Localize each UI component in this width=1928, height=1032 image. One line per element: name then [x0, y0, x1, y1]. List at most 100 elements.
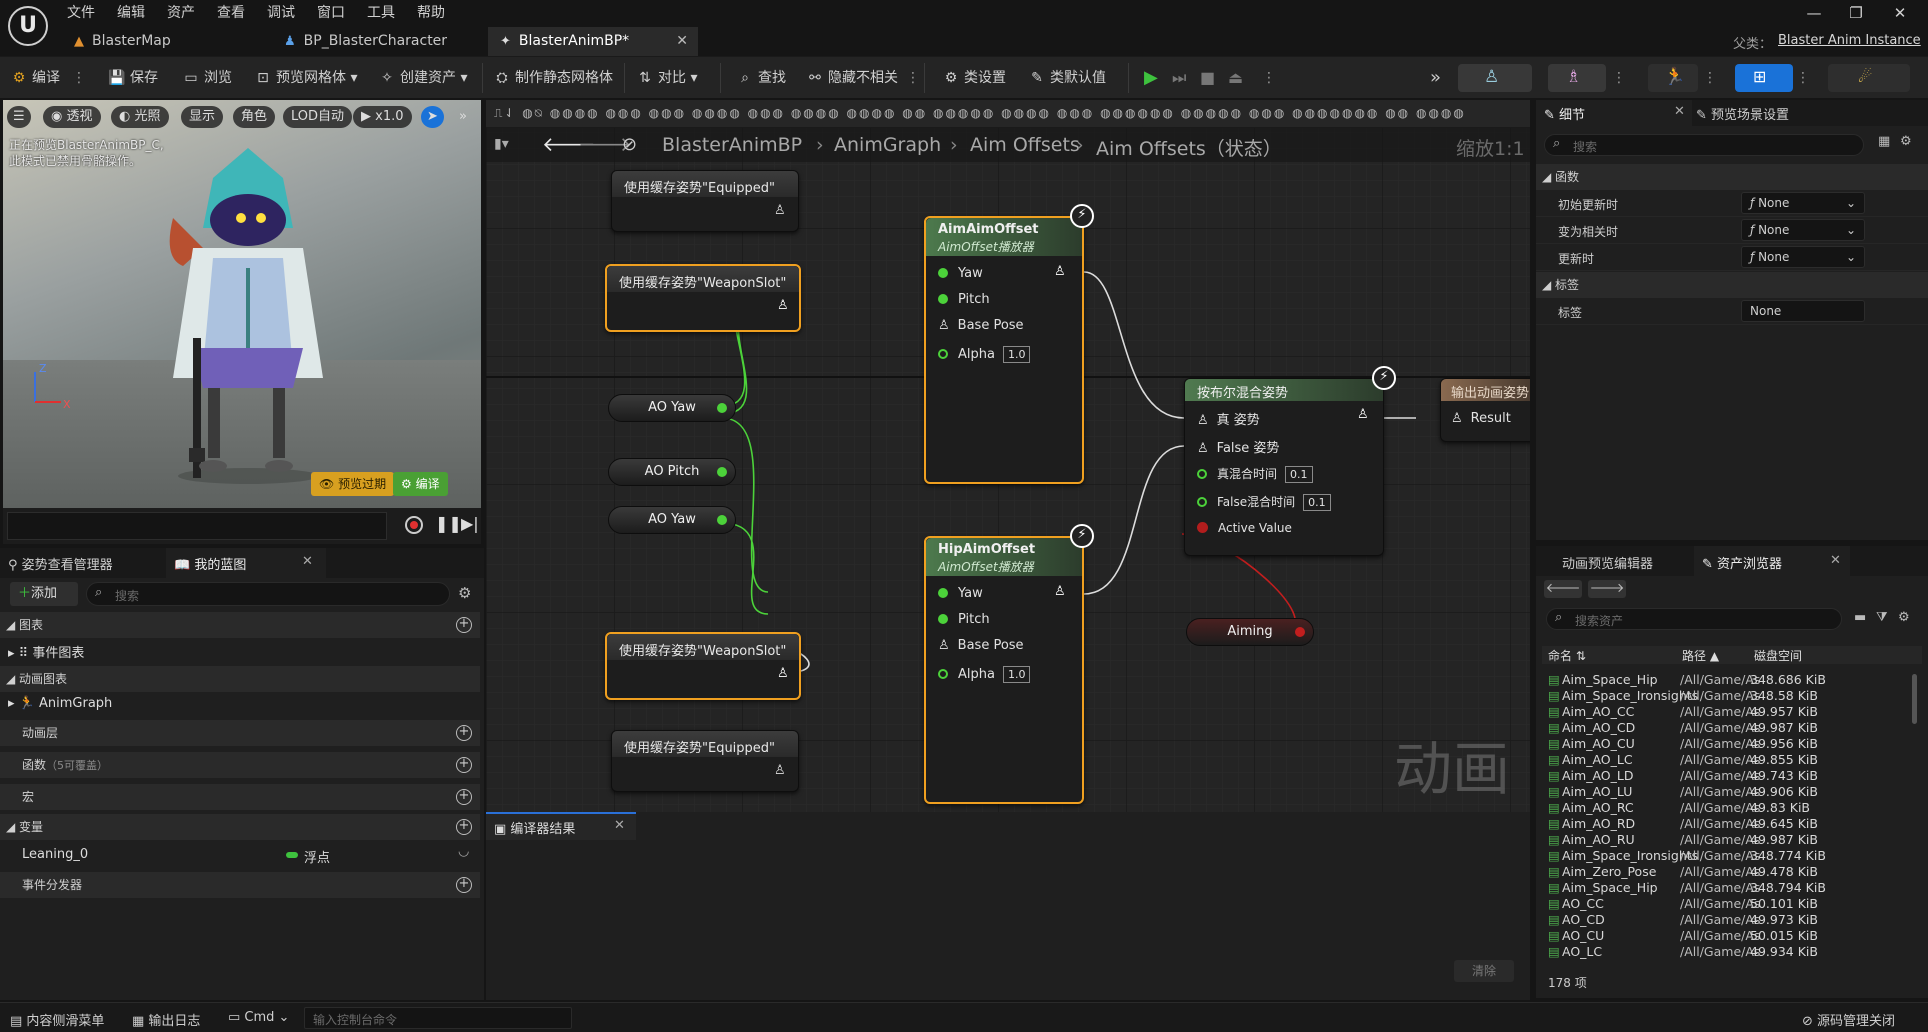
close-asset-browser-icon[interactable]: ✕ — [1830, 553, 1841, 568]
tab-my-blueprint[interactable]: 📖 我的蓝图 ✕ — [166, 548, 326, 578]
close-compiler-tab-icon[interactable]: ✕ — [614, 818, 625, 833]
tab-anim-preview-editor[interactable]: 动画预览编辑器 — [1562, 553, 1653, 572]
compile-button[interactable]: ⚙ 编译 — [10, 65, 60, 91]
section-functions[interactable]: 函数（5可覆盖） + — [0, 752, 480, 778]
asset-row[interactable]: ▤ Aim_AO_RU/All/Game/As 49.987 KiB — [1548, 832, 1920, 848]
class-defaults-button[interactable]: ✎ 类默认值 — [1028, 65, 1106, 91]
add-function-icon[interactable]: + — [456, 757, 472, 773]
event-graph-item[interactable]: ▸ ⠿ 事件图表 — [8, 642, 84, 661]
tab-blasteranimbp[interactable]: ✦ BlasterAnimBP* ✕ — [488, 27, 698, 56]
tab-pose-watch-manager[interactable]: ⚲ 姿势查看管理器 — [8, 554, 113, 573]
timeline-scrubber[interactable] — [7, 512, 387, 540]
yaw-pin[interactable]: Yaw — [938, 586, 983, 601]
asset-row[interactable]: ▤ Aim_Space_Ironsights/All/Game/As 348.58 … — [1548, 688, 1920, 704]
content-drawer-button[interactable]: ▤ 内容侧滑菜单 — [10, 1010, 104, 1029]
folder-icon[interactable]: ▬ — [1854, 610, 1866, 625]
viewport-menu-icon[interactable]: ☰ — [7, 106, 31, 128]
blueprint-search-input[interactable]: ⌕ 搜索 — [86, 582, 450, 606]
save-button[interactable]: 💾 保存 — [108, 65, 158, 91]
asset-row[interactable]: ▤ Aim_Space_Ironsights/All/Game/As 348.774… — [1548, 848, 1920, 864]
aiming-getter[interactable]: Aiming — [1186, 618, 1314, 646]
play-forward-icon[interactable]: ▶| — [461, 514, 479, 533]
playback-speed-chip[interactable]: ▶ x1.0 — [353, 106, 412, 128]
aim-aimoffset-node[interactable]: AimAimOffset AimOffset播放器 Yaw ♙ Pitch ♙ B… — [924, 216, 1084, 484]
history-forward-icon[interactable]: 🡒 — [1588, 580, 1626, 598]
select-mode-icon[interactable]: ➤ — [421, 106, 444, 128]
column-disk-size[interactable]: 磁盘空间 — [1754, 647, 1802, 664]
section-functions-header[interactable]: ◢ 函数 — [1536, 164, 1928, 190]
add-variable-icon[interactable]: + — [456, 819, 472, 835]
output-pose-pin-icon[interactable]: ♙ — [1357, 407, 1369, 422]
step-icon[interactable]: ⏭ — [1172, 65, 1186, 91]
cached-pose-node[interactable]: 使用缓存姿势"WeaponSlot" ♙ — [605, 264, 801, 332]
asset-row[interactable]: ▤ Aim_Space_Hip/All/Game/As 348.794 KiB — [1548, 880, 1920, 896]
tag-input[interactable]: None — [1741, 300, 1865, 322]
viewport-compile-button[interactable]: ⚙ 编译 — [393, 472, 448, 496]
asset-row[interactable]: ▤ AO_LC/All/Game/As 49.934 KiB — [1548, 944, 1920, 960]
menu-view[interactable]: 查看 — [217, 2, 245, 22]
expand-toolbar-icon[interactable]: » — [1430, 65, 1441, 91]
class-settings-button[interactable]: ⚙ 类设置 — [942, 65, 1006, 91]
close-my-blueprint-icon[interactable]: ✕ — [302, 554, 313, 569]
close-window-icon[interactable]: ✕ — [1885, 4, 1915, 30]
asset-row[interactable]: ▤ Aim_AO_CD/All/Game/As 49.987 KiB — [1548, 720, 1920, 736]
tab-blastermap[interactable]: ▲ BlasterMap — [62, 27, 183, 56]
ao-pitch-getter[interactable]: AO Pitch — [608, 458, 736, 486]
add-dispatcher-icon[interactable]: + — [456, 877, 472, 893]
tab-preview-scene-settings[interactable]: ✎ 预览场景设置 — [1696, 104, 1789, 123]
preview-viewport[interactable]: ☰ ◉ 透视 ◐ 光照 显示 角色 LOD自动 ▶ x1.0 ➤ » 正在预览B… — [3, 100, 481, 508]
lod-chip[interactable]: LOD自动 — [283, 106, 353, 128]
create-asset-button[interactable]: ✧ 创建资产 ▾ — [378, 65, 467, 91]
asset-row[interactable]: ▤ Aim_AO_CU/All/Game/As 49.956 KiB — [1548, 736, 1920, 752]
anim-graph-item[interactable]: ▸ 🏃 AnimGraph — [8, 696, 112, 711]
bp-mode-options-icon[interactable]: ⋮ — [1796, 65, 1810, 91]
cmd-dropdown[interactable]: ▭ Cmd ⌄ — [228, 1010, 289, 1025]
asset-row[interactable]: ▤ Aim_AO_LU/All/Game/As 49.906 KiB — [1548, 784, 1920, 800]
perspective-chip[interactable]: ◉ 透视 — [43, 106, 101, 128]
pose-pin-icon[interactable]: ♙ — [777, 666, 789, 681]
yaw-pin[interactable]: Yaw — [938, 266, 983, 281]
function-select[interactable]: ƒ None ⌄ — [1741, 246, 1865, 268]
blend-poses-by-bool-node[interactable]: 按布尔混合姿势 ♙ 真 姿势 ♙ ♙ False 姿势 真混合时间 0.1 False… — [1184, 378, 1384, 556]
character-chip[interactable]: 角色 — [233, 106, 276, 128]
tab-asset-browser[interactable]: ✎ 资产浏览器 ✕ — [1694, 546, 1850, 576]
function-select[interactable]: ƒ None ⌄ — [1741, 192, 1865, 214]
asset-row[interactable]: ▤ Aim_Zero_Pose/All/Game/As 49.478 KiB — [1548, 864, 1920, 880]
anim-graph-editor[interactable]: ⎍⇃ ◍⍉ ◍◍◍◍ ◍◍◍ ◍◍◍ ◍◍◍◍ ◍◍◍ ◍◍◍◍ ◍◍◍◍ ◍◍… — [486, 100, 1530, 812]
section-graphs[interactable]: ◢ 图表 + — [0, 612, 480, 638]
output-pose-pin-icon[interactable]: ♙ — [1054, 264, 1066, 279]
mode-options-icon[interactable]: ⋮ — [1612, 65, 1626, 91]
play-icon[interactable]: ▶ — [1144, 65, 1158, 91]
source-control-status[interactable]: ⊘ 源码管理关闭 — [1802, 1010, 1895, 1029]
menu-asset[interactable]: 资产 — [167, 2, 195, 22]
find-options-icon[interactable]: ⋮ — [906, 65, 920, 91]
find-button[interactable]: ⌕ 查找 — [736, 65, 786, 91]
asset-list-scrollbar[interactable] — [1912, 674, 1917, 724]
asset-row[interactable]: ▤ Aim_AO_RC/All/Game/As 49.83 KiB — [1548, 800, 1920, 816]
ao-yaw-getter[interactable]: AO Yaw — [608, 506, 736, 534]
float-pin-icon[interactable] — [717, 403, 727, 413]
base-pose-pin[interactable]: ♙ Base Pose — [938, 318, 1024, 333]
preview-mesh-button[interactable]: ⊡ 预览网格体 ▾ — [254, 65, 357, 91]
asset-row[interactable]: ▤ AO_CU/All/Game/As 50.015 KiB — [1548, 928, 1920, 944]
add-button[interactable]: ＋添加 — [10, 582, 78, 606]
restore-icon[interactable]: ❐ — [1841, 4, 1871, 30]
result-pin[interactable]: ♙ Result — [1451, 411, 1511, 426]
asset-row[interactable]: ▤ Aim_AO_CC/All/Game/As 49.957 KiB — [1548, 704, 1920, 720]
close-tab-icon[interactable]: ✕ — [676, 27, 688, 56]
output-log-button[interactable]: ▦ 输出日志 — [132, 1010, 200, 1029]
view-options-icon[interactable]: ▦ — [1878, 134, 1890, 149]
pose-pin-icon[interactable]: ♙ — [777, 298, 789, 313]
base-pose-pin[interactable]: ♙ Base Pose — [938, 638, 1024, 653]
asset-row[interactable]: ▤ Aim_AO_RD/All/Game/As 49.645 KiB — [1548, 816, 1920, 832]
alpha-value-field[interactable]: 1.0 — [1002, 666, 1031, 683]
variable-row[interactable]: Leaning_0 浮点 ◡ — [0, 842, 480, 868]
cached-pose-node[interactable]: 使用缓存姿势"WeaponSlot" ♙ — [605, 632, 801, 700]
settings-gear-icon[interactable]: ⚙ — [458, 584, 471, 602]
cached-pose-node[interactable]: 使用缓存姿势"Equipped" ♙ — [611, 730, 799, 792]
menu-edit[interactable]: 编辑 — [117, 2, 145, 22]
function-select[interactable]: ƒ None ⌄ — [1741, 219, 1865, 241]
menu-help[interactable]: 帮助 — [417, 2, 445, 22]
settings-gear-icon[interactable]: ⚙ — [1900, 134, 1912, 149]
asset-search-input[interactable]: ⌕ 搜索资产 — [1546, 608, 1842, 630]
